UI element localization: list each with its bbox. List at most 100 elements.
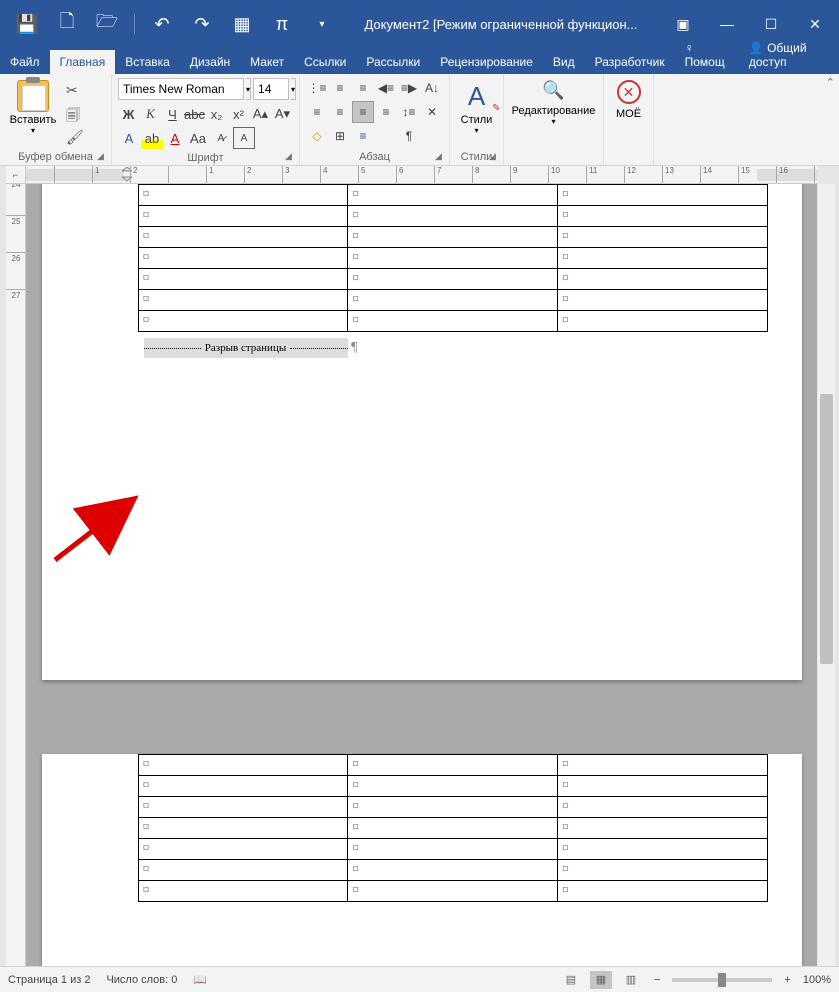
equation-button[interactable]: π bbox=[265, 7, 299, 41]
paragraph-dialog-launcher[interactable]: ◢ bbox=[435, 151, 447, 163]
document-area[interactable]: ¤¤¤¤¤¤¤¤¤¤¤¤¤¤¤¤¤¤¤¤¤ Разрыв страницы ¶ … bbox=[26, 184, 817, 966]
table-2[interactable]: ¤¤¤¤¤¤¤¤¤¤¤¤¤¤¤¤¤¤¤¤¤ bbox=[138, 754, 768, 902]
table-cell[interactable]: ¤ bbox=[138, 311, 348, 332]
tab-review[interactable]: Рецензирование bbox=[430, 50, 543, 74]
tab-selector[interactable]: ⌐ bbox=[6, 166, 26, 184]
tab-developer[interactable]: Разработчик bbox=[585, 50, 675, 74]
table-row[interactable]: ¤¤¤ bbox=[138, 269, 767, 290]
table-cell[interactable]: ¤ bbox=[138, 881, 348, 902]
table-row[interactable]: ¤¤¤ bbox=[138, 881, 767, 902]
tab-insert[interactable]: Вставка bbox=[115, 50, 180, 74]
table-cell[interactable]: ¤ bbox=[348, 227, 558, 248]
align-right-button[interactable]: ≡ bbox=[352, 101, 374, 123]
shrink-font-button[interactable]: A▾ bbox=[272, 103, 293, 125]
zoom-level[interactable]: 100% bbox=[803, 974, 831, 986]
table-1[interactable]: ¤¤¤¤¤¤¤¤¤¤¤¤¤¤¤¤¤¤¤¤¤ bbox=[138, 184, 768, 332]
table-cell[interactable]: ¤ bbox=[557, 839, 767, 860]
table-row[interactable]: ¤¤¤ bbox=[138, 290, 767, 311]
table-cell[interactable]: ¤ bbox=[138, 818, 348, 839]
increase-indent-button[interactable]: ≡▶ bbox=[398, 77, 420, 99]
table-cell[interactable]: ¤ bbox=[348, 248, 558, 269]
styles-button[interactable]: A✎ bbox=[461, 80, 493, 112]
grow-font-button[interactable]: A▴ bbox=[250, 103, 271, 125]
table-row[interactable]: ¤¤¤ bbox=[138, 755, 767, 776]
table-cell[interactable]: ¤ bbox=[557, 881, 767, 902]
zoom-slider[interactable] bbox=[672, 978, 772, 982]
highlight-button[interactable]: ab bbox=[141, 127, 163, 149]
table-cell[interactable]: ¤ bbox=[557, 227, 767, 248]
save-button[interactable]: 💾 bbox=[10, 7, 44, 41]
multilevel-button[interactable]: ≡ bbox=[352, 77, 374, 99]
cut-button[interactable]: ✂ bbox=[66, 82, 86, 99]
bullets-button[interactable]: ⋮≡ bbox=[306, 77, 328, 99]
page-2[interactable]: ¤¤¤¤¤¤¤¤¤¤¤¤¤¤¤¤¤¤¤¤¤ bbox=[42, 754, 802, 966]
table-cell[interactable]: ¤ bbox=[557, 776, 767, 797]
table-cell[interactable]: ¤ bbox=[138, 185, 348, 206]
show-marks-button[interactable]: ¶ bbox=[398, 125, 420, 147]
tab-help[interactable]: ♀ Помощ bbox=[675, 36, 739, 74]
styles-dialog-launcher[interactable]: ◢ bbox=[489, 151, 501, 163]
clipboard-dialog-launcher[interactable]: ◢ bbox=[97, 151, 109, 163]
table-cell[interactable]: ¤ bbox=[557, 311, 767, 332]
table-cell[interactable]: ¤ bbox=[138, 797, 348, 818]
subscript-button[interactable]: x₂ bbox=[206, 103, 227, 125]
table-cell[interactable]: ¤ bbox=[557, 797, 767, 818]
table-cell[interactable]: ¤ bbox=[557, 755, 767, 776]
asian-layout-button[interactable]: ✕ bbox=[421, 101, 443, 123]
sort-button[interactable]: A↓ bbox=[421, 77, 443, 99]
bold-button[interactable]: Ж bbox=[118, 103, 139, 125]
table-cell[interactable]: ¤ bbox=[557, 206, 767, 227]
table-cell[interactable]: ¤ bbox=[348, 185, 558, 206]
change-case-button[interactable]: Aa bbox=[187, 127, 209, 149]
shading-button[interactable]: ◇ bbox=[306, 125, 328, 147]
table-cell[interactable]: ¤ bbox=[557, 248, 767, 269]
table-cell[interactable]: ¤ bbox=[348, 755, 558, 776]
strikethrough-button[interactable]: abc bbox=[184, 103, 205, 125]
table-cell[interactable]: ¤ bbox=[138, 269, 348, 290]
table-row[interactable]: ¤¤¤ bbox=[138, 227, 767, 248]
table-cell[interactable]: ¤ bbox=[138, 839, 348, 860]
zoom-in-button[interactable]: + bbox=[780, 974, 794, 986]
table-cell[interactable]: ¤ bbox=[138, 227, 348, 248]
table-row[interactable]: ¤¤¤ bbox=[138, 311, 767, 332]
table-row[interactable]: ¤¤¤ bbox=[138, 206, 767, 227]
table-cell[interactable]: ¤ bbox=[348, 776, 558, 797]
zoom-out-button[interactable]: − bbox=[650, 974, 664, 986]
paste-button[interactable]: Вставить ▾ bbox=[4, 76, 62, 146]
table-cell[interactable]: ¤ bbox=[557, 185, 767, 206]
print-layout-button[interactable]: ▦ bbox=[590, 971, 612, 989]
table-button[interactable]: ▦ bbox=[225, 7, 259, 41]
borders-button[interactable]: ⊞ bbox=[329, 125, 351, 147]
table-cell[interactable]: ¤ bbox=[348, 839, 558, 860]
redo-button[interactable]: ↷ bbox=[185, 7, 219, 41]
tab-file[interactable]: Файл bbox=[0, 50, 50, 74]
table-cell[interactable]: ¤ bbox=[557, 290, 767, 311]
find-button[interactable]: 🔍 bbox=[542, 80, 564, 101]
undo-button[interactable]: ↶ bbox=[145, 7, 179, 41]
font-color-button[interactable]: A bbox=[164, 127, 186, 149]
table-row[interactable]: ¤¤¤ bbox=[138, 248, 767, 269]
table-row[interactable]: ¤¤¤ bbox=[138, 185, 767, 206]
table-cell[interactable]: ¤ bbox=[138, 860, 348, 881]
decrease-indent-button[interactable]: ◀≡ bbox=[375, 77, 397, 99]
character-border-button[interactable]: A bbox=[233, 127, 255, 149]
ruler-vertical[interactable]: 131415161718192021222324252627 bbox=[6, 184, 26, 966]
format-painter-button[interactable]: 🖌 bbox=[66, 129, 86, 146]
clear-formatting-button[interactable]: A̷ bbox=[210, 127, 232, 149]
table-cell[interactable]: ¤ bbox=[348, 290, 558, 311]
table-cell[interactable]: ¤ bbox=[348, 797, 558, 818]
table-cell[interactable]: ¤ bbox=[138, 755, 348, 776]
scrollbar-vertical[interactable] bbox=[818, 184, 835, 966]
table-row[interactable]: ¤¤¤ bbox=[138, 839, 767, 860]
table-row[interactable]: ¤¤¤ bbox=[138, 776, 767, 797]
font-name-input[interactable] bbox=[118, 78, 244, 100]
tab-references[interactable]: Ссылки bbox=[294, 50, 356, 74]
italic-button[interactable]: К bbox=[140, 103, 161, 125]
align-left-button[interactable]: ≡ bbox=[306, 101, 328, 123]
copy-button[interactable]: 🗐 bbox=[66, 105, 86, 123]
table-cell[interactable]: ¤ bbox=[348, 881, 558, 902]
text-effects-button[interactable]: A bbox=[118, 127, 140, 149]
table-cell[interactable]: ¤ bbox=[557, 860, 767, 881]
table-cell[interactable]: ¤ bbox=[138, 776, 348, 797]
open-button[interactable]: 🗁 bbox=[90, 7, 124, 41]
